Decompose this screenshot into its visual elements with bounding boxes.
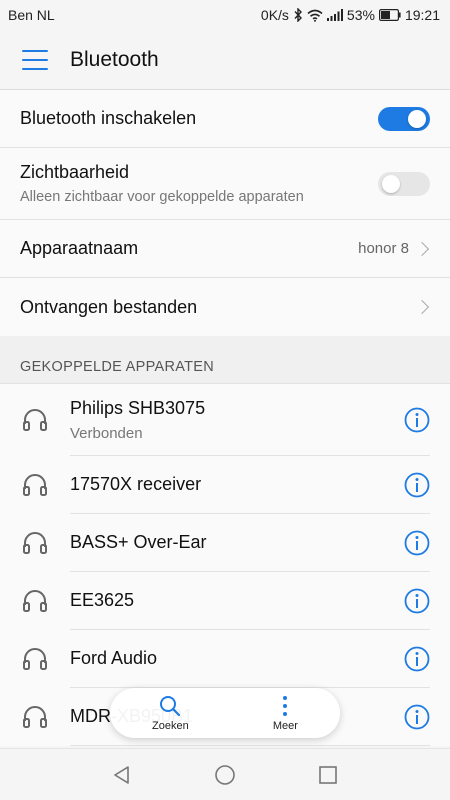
visibility-sublabel: Alleen zichtbaar voor gekoppelde apparat… [20, 189, 304, 205]
device-name: Philips SHB3075 [70, 397, 206, 418]
headphones-icon [23, 409, 47, 431]
paired-device-item[interactable]: 17570X receiver [0, 456, 450, 514]
battery-icon [378, 9, 401, 21]
status-bar: Ben NL 0K/s 53% 19:21 [0, 0, 450, 30]
recents-square-icon[interactable] [317, 764, 339, 786]
signal-icon [326, 9, 343, 21]
headphones-icon [23, 706, 47, 728]
info-icon[interactable] [404, 472, 430, 498]
headphones-icon [23, 532, 47, 554]
visibility-row[interactable]: Zichtbaarheid Alleen zichtbaar voor geko… [0, 148, 450, 220]
headphones-icon [23, 474, 47, 496]
headphones-icon [23, 648, 47, 670]
device-name: BASS+ Over-Ear [70, 532, 207, 552]
info-icon[interactable] [404, 530, 430, 556]
more-label: Meer [272, 720, 298, 732]
info-icon[interactable] [404, 407, 430, 433]
wifi-icon [307, 9, 323, 22]
hamburger-menu-icon[interactable] [22, 49, 48, 70]
paired-device-item[interactable]: EE3625 [0, 572, 450, 630]
floating-action-bar: Zoeken Meer [110, 688, 340, 738]
bluetooth-enable-row[interactable]: Bluetooth inschakelen [0, 90, 450, 148]
bluetooth-toggle[interactable] [378, 106, 430, 131]
back-triangle-icon[interactable] [111, 764, 133, 786]
paired-device-item[interactable]: Ford Audio [0, 630, 450, 688]
visibility-toggle[interactable] [378, 171, 430, 196]
search-label: Zoeken [152, 720, 189, 732]
bluetooth-status-icon [293, 8, 303, 22]
device-name: EE3625 [70, 590, 135, 610]
visibility-label: Zichtbaarheid [20, 162, 130, 182]
bluetooth-enable-label: Bluetooth inschakelen [20, 108, 197, 128]
carrier-label: Ben NL [8, 7, 55, 23]
device-name-label: Apparaatnaam [20, 238, 139, 258]
paired-device-item[interactable]: Philips SHB3075 Verbonden [0, 384, 450, 456]
search-button[interactable]: Zoeken [152, 694, 189, 732]
app-bar: Bluetooth [0, 30, 450, 90]
more-button[interactable]: Meer [273, 694, 298, 732]
info-icon[interactable] [404, 704, 430, 730]
received-files-row[interactable]: Ontvangen bestanden [0, 278, 450, 336]
info-icon[interactable] [404, 588, 430, 614]
paired-device-item[interactable]: BASS+ Over-Ear [0, 514, 450, 572]
navigation-bar [0, 748, 450, 800]
more-vertical-icon [283, 696, 288, 716]
device-name: Ford Audio [70, 648, 158, 668]
battery-percent: 53% [346, 7, 375, 23]
paired-devices-header: GEKOPPELDE APPARATEN [0, 336, 450, 384]
chevron-right-icon [414, 241, 430, 256]
net-speed: 0K/s [260, 7, 289, 23]
search-icon [160, 696, 181, 717]
settings-list: Bluetooth inschakelen Zichtbaarheid Alle… [0, 90, 450, 336]
info-icon[interactable] [404, 646, 430, 672]
device-status: Verbonden [70, 424, 143, 442]
headphones-icon [23, 590, 47, 612]
page-title: Bluetooth [70, 47, 159, 71]
device-name-value: honor 8 [358, 240, 409, 257]
device-name: 17570X receiver [70, 474, 202, 494]
status-icons: 0K/s 53% 19:21 [261, 7, 440, 23]
received-files-label: Ontvangen bestanden [20, 296, 198, 317]
chevron-right-icon [414, 299, 430, 315]
home-circle-icon[interactable] [214, 764, 236, 786]
clock: 19:21 [404, 7, 440, 23]
device-name-row[interactable]: Apparaatnaam honor 8 [0, 220, 450, 278]
